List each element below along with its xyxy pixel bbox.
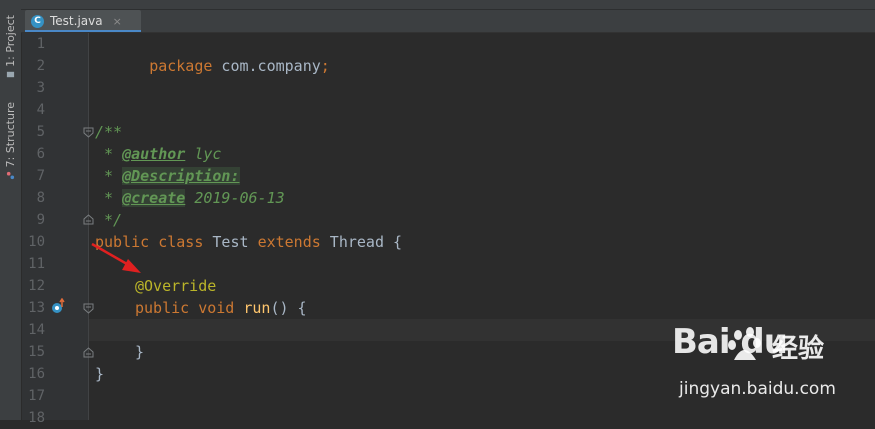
line-number-gutter: 1 2 3 4 5 6 7 8 9 10 11 12 13 14 15 16 1… xyxy=(22,33,94,426)
javadoc-tag-description: @Description: xyxy=(122,167,240,185)
keyword: package xyxy=(149,57,213,75)
doc-comment-star: * xyxy=(95,189,123,207)
class-name: Test xyxy=(203,233,258,251)
javadoc-author-value: lyc xyxy=(185,145,222,163)
java-class-icon: C xyxy=(31,14,44,28)
code-line: public class Test extends Thread { xyxy=(89,231,875,253)
package-name: com.company xyxy=(212,57,321,75)
semicolon: ; xyxy=(320,57,330,75)
method-name: run xyxy=(243,299,271,317)
doc-comment-star: * xyxy=(95,145,123,163)
line-number: 4 xyxy=(36,102,45,118)
project-folder-icon xyxy=(6,72,15,78)
code-line: /** xyxy=(89,121,875,143)
editor-tab-test-java[interactable]: C Test.java × xyxy=(25,10,141,32)
tool-window-strip: 1: Project 7: Structure xyxy=(0,0,22,420)
line-number: 3 xyxy=(36,80,45,96)
line-number: 12 xyxy=(28,278,45,294)
line-number: 9 xyxy=(36,212,45,228)
javadoc-tag-create: @create xyxy=(122,189,186,207)
paw-icon xyxy=(728,327,761,360)
override-method-icon[interactable] xyxy=(51,298,67,314)
watermark-url: jingyan.baidu.com xyxy=(679,379,836,399)
line-number: 13 xyxy=(28,300,45,316)
closing-brace: } xyxy=(95,365,105,383)
line-number: 11 xyxy=(28,256,45,272)
jingyan-text: 经验 xyxy=(772,334,825,364)
line-number: 8 xyxy=(36,190,45,206)
editor-tab-bar: C Test.java × xyxy=(21,0,875,33)
code-line: public void run() { xyxy=(89,297,875,319)
method-signature: () { xyxy=(270,299,307,317)
close-icon[interactable]: × xyxy=(113,15,122,28)
doc-comment-close: */ xyxy=(95,211,123,229)
code-line: @Override xyxy=(89,275,875,297)
line-number: 7 xyxy=(36,168,45,184)
tab-filename: Test.java xyxy=(50,14,103,28)
closing-brace: } xyxy=(135,343,145,361)
keyword: public void xyxy=(135,299,235,317)
code-line: * @Description: xyxy=(89,165,875,187)
project-tab-label: 1: Project xyxy=(4,14,17,67)
line-number: 10 xyxy=(28,234,45,250)
keyword: extends xyxy=(257,233,321,251)
override-annotation: @Override xyxy=(135,277,217,295)
code-line: * @create 2019-06-13 xyxy=(89,187,875,209)
keyword: public class xyxy=(95,233,204,251)
structure-tab-label: 7: Structure xyxy=(4,101,17,168)
project-tool-tab[interactable]: 1: Project xyxy=(0,12,21,82)
line-number: 1 xyxy=(36,36,45,52)
code-line: package com.company; xyxy=(89,33,875,75)
line-number: 17 xyxy=(28,388,45,404)
code-line: */ xyxy=(89,209,875,231)
structure-tool-tab[interactable]: 7: Structure xyxy=(0,100,21,182)
line-number: 5 xyxy=(36,124,45,140)
tab-bar-top-strip xyxy=(21,0,875,10)
active-tab-indicator xyxy=(25,30,141,32)
doc-comment-open: /** xyxy=(95,123,123,141)
line-number: 14 xyxy=(28,322,45,338)
line-number: 15 xyxy=(28,344,45,360)
line-number: 18 xyxy=(28,410,45,426)
line-number: 2 xyxy=(36,58,45,74)
line-number: 16 xyxy=(28,366,45,382)
doc-comment-star: * xyxy=(95,167,123,185)
baidu-jingyan-watermark: Bai du 经验 jingyan.baidu.com xyxy=(672,322,872,412)
javadoc-create-value: 2019-06-13 xyxy=(185,189,285,207)
structure-icon xyxy=(6,172,15,180)
line-number: 6 xyxy=(36,146,45,162)
code-line: * @author lyc xyxy=(89,143,875,165)
javadoc-tag-author: @author xyxy=(122,145,186,163)
superclass-name: Thread { xyxy=(320,233,403,251)
